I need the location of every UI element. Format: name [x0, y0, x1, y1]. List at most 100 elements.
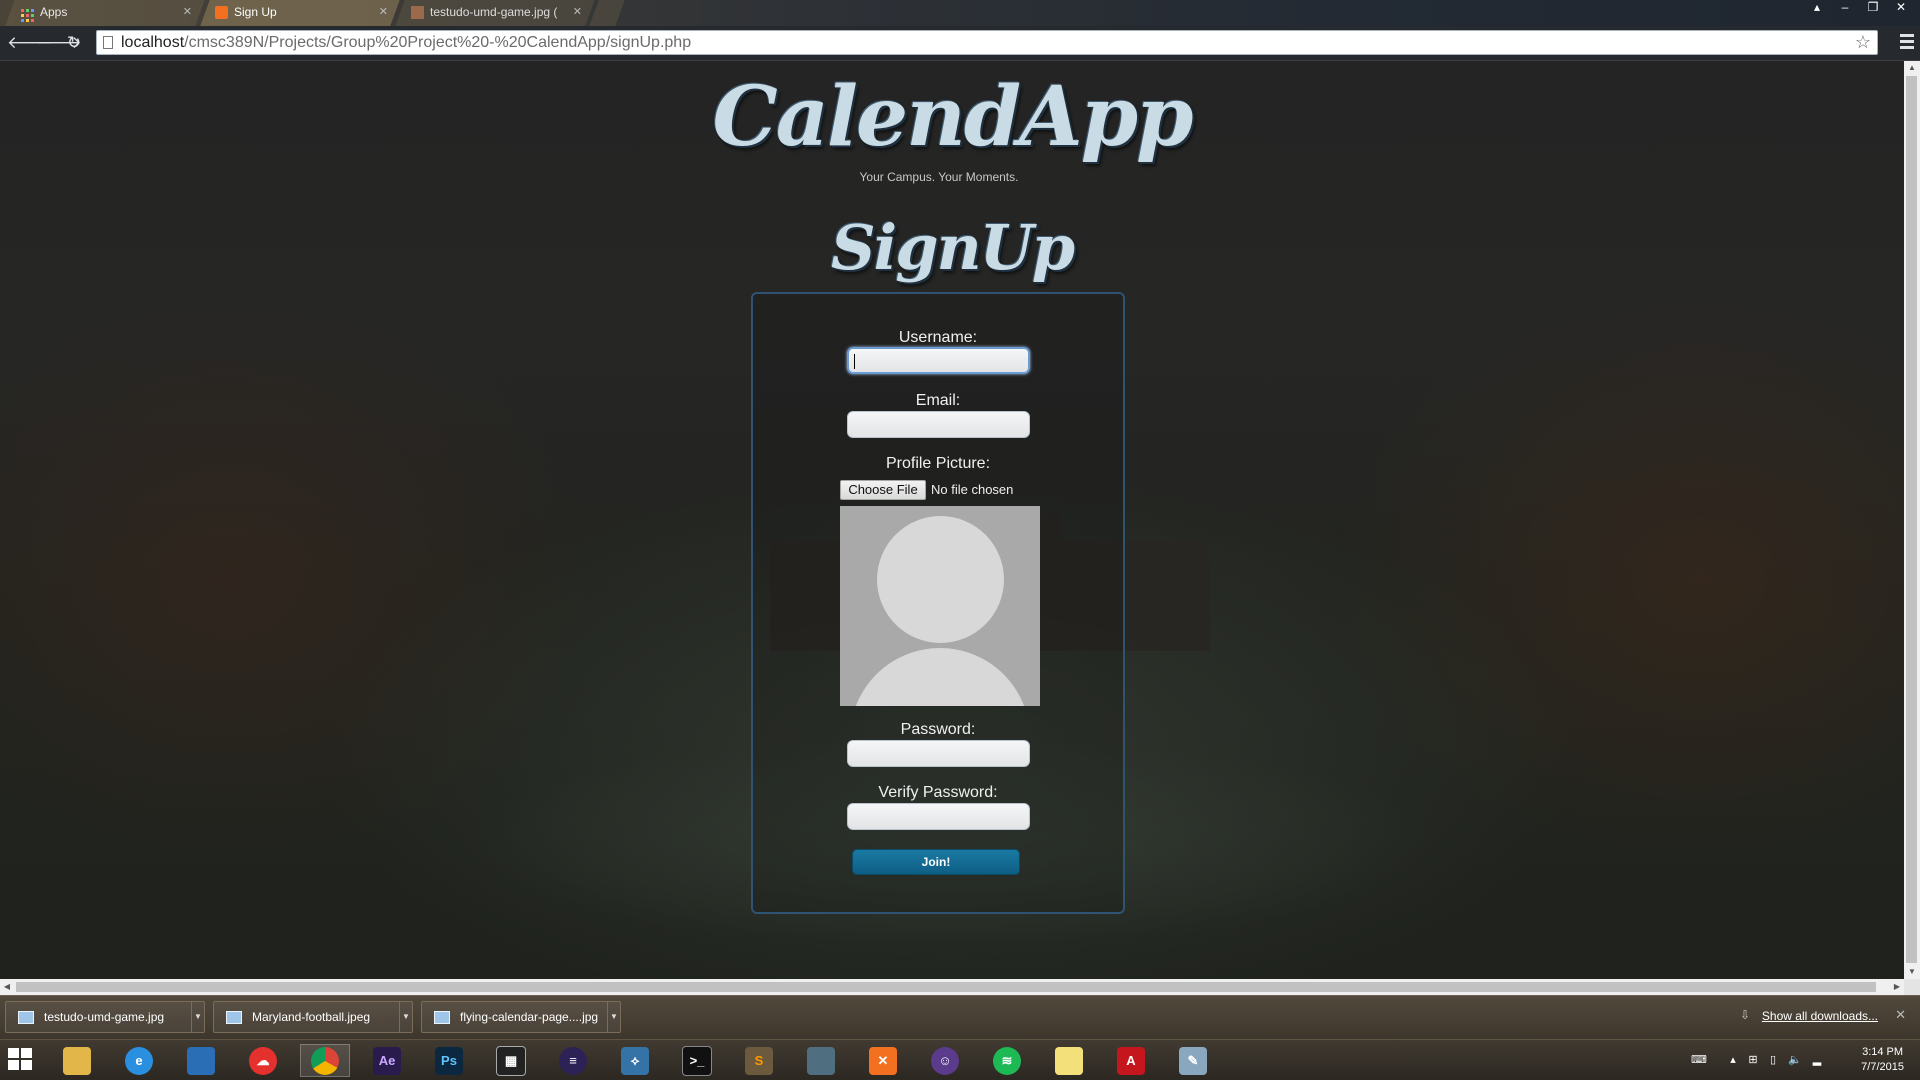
system-clock[interactable]: 3:14 PM 7/7/2015 [1861, 1045, 1904, 1075]
user-icon[interactable]: ▴ [1804, 0, 1830, 16]
scroll-down-icon[interactable]: ▼ [1904, 965, 1920, 979]
after-effects-icon[interactable]: Ae [362, 1044, 412, 1077]
spotify-icon[interactable]: ≋ [982, 1044, 1032, 1077]
page-title: SignUp [830, 211, 1075, 284]
scroll-right-icon[interactable]: ▶ [1890, 979, 1904, 995]
file-explorer-icon[interactable] [52, 1044, 102, 1077]
github-icon[interactable]: ☺ [920, 1044, 970, 1077]
eclipse-icon[interactable]: ≡ [548, 1044, 598, 1077]
network-app-icon[interactable] [796, 1044, 846, 1077]
text-caret [854, 354, 855, 369]
username-label: Username: [898, 329, 978, 346]
chrome-menu-icon[interactable] [1900, 34, 1914, 50]
avatar-head [877, 516, 1004, 643]
vertical-scroll-thumb[interactable] [1906, 76, 1917, 963]
horizontal-scroll-thumb[interactable] [16, 982, 1876, 992]
internet-explorer-icon[interactable]: e [114, 1044, 164, 1077]
tab-testudo-image[interactable]: testudo-umd-game.jpg ( ✕ [404, 0, 590, 26]
download-filename: testudo-umd-game.jpg [44, 1010, 165, 1024]
close-shelf-icon[interactable]: ✕ [1895, 1007, 1906, 1023]
browser-toolbar: 🡐 🡒 ↻ localhost/cmsc389N/Projects/Group%… [0, 26, 1920, 61]
windows-taskbar: e ☁ Ae Ps ▦ ≡ ⟡ >_ S ✕ ☺ ≋ A ✎ ⌨ ▴ ⊞ ▯ 🔈… [0, 1039, 1920, 1080]
window-controls: ▴ – ❐ ✕ [1804, 0, 1914, 18]
close-window-icon[interactable]: ✕ [1888, 0, 1914, 16]
download-item[interactable]: flying-calendar-page....jpg ▼ [421, 1001, 621, 1033]
download-arrow-icon: ⇩ [1739, 1008, 1750, 1022]
forward-arrow-icon[interactable]: 🡒 [36, 33, 82, 53]
show-all-downloads-link[interactable]: Show all downloads... [1762, 1009, 1878, 1023]
choose-file-button[interactable]: Choose File [840, 480, 926, 500]
tab-apps[interactable]: Apps ✕ [14, 0, 200, 26]
vertical-scrollbar[interactable]: ▲ ▼ [1904, 61, 1920, 979]
chevron-down-icon[interactable]: ▼ [607, 1002, 620, 1032]
clock-date: 7/7/2015 [1861, 1061, 1904, 1073]
tab-close-icon[interactable]: ✕ [573, 0, 582, 24]
image-file-icon [226, 1011, 242, 1024]
tab-label: testudo-umd-game.jpg ( [430, 5, 558, 19]
xampp-icon[interactable]: ✕ [858, 1044, 908, 1077]
profile-picture-label: Profile Picture: [885, 455, 991, 472]
page-viewport: CalendApp Your Campus. Your Moments. Sig… [0, 61, 1904, 979]
xampp-favicon-icon [215, 6, 228, 19]
sticky-notes-icon[interactable] [1044, 1044, 1094, 1077]
back-arrow-icon[interactable]: 🡐 [7, 33, 53, 53]
terminal-icon[interactable]: >_ [672, 1044, 722, 1077]
remote-desktop-icon[interactable] [176, 1044, 226, 1077]
download-item[interactable]: testudo-umd-game.jpg ▼ [5, 1001, 205, 1033]
tab-close-icon[interactable]: ✕ [379, 0, 388, 24]
image-file-icon [411, 6, 424, 19]
apps-grid-icon [21, 6, 34, 22]
download-shelf: testudo-umd-game.jpg ▼ Maryland-football… [0, 995, 1920, 1040]
username-input[interactable] [847, 347, 1030, 374]
scroll-up-icon[interactable]: ▲ [1904, 61, 1920, 75]
python-icon[interactable]: ⟡ [610, 1044, 660, 1077]
email-label: Email: [915, 392, 961, 409]
windows-flag-icon[interactable]: ⊞ [1746, 1054, 1760, 1066]
minimize-icon[interactable]: – [1832, 0, 1858, 16]
media-player-icon[interactable]: ▦ [486, 1044, 536, 1077]
clock-time: 3:14 PM [1862, 1046, 1904, 1058]
bookmark-star-icon[interactable]: ☆ [1855, 31, 1871, 53]
reload-icon[interactable]: ↻ [64, 33, 84, 53]
new-tab-button[interactable] [589, 0, 625, 26]
chevron-down-icon[interactable]: ▼ [191, 1002, 204, 1032]
avatar-placeholder [840, 506, 1040, 706]
password-label: Password: [900, 721, 976, 738]
join-button[interactable]: Join! [852, 849, 1020, 875]
url-host: localhost [121, 34, 185, 51]
restore-icon[interactable]: ❐ [1860, 0, 1886, 16]
avatar-body [850, 648, 1030, 706]
address-bar[interactable]: localhost/cmsc389N/Projects/Group%20Proj… [96, 30, 1878, 55]
download-item[interactable]: Maryland-football.jpeg ▼ [213, 1001, 413, 1033]
volume-icon[interactable]: 🔈 [1788, 1054, 1802, 1066]
chevron-down-icon[interactable]: ▼ [399, 1002, 412, 1032]
power-icon[interactable]: ▯ [1766, 1054, 1780, 1066]
url-text: localhost/cmsc389N/Projects/Group%20Proj… [121, 31, 691, 54]
image-file-icon [434, 1011, 450, 1024]
paint-icon[interactable]: ✎ [1168, 1044, 1218, 1077]
scrollbar-corner [1904, 979, 1920, 995]
file-status-text: No file chosen [931, 482, 1014, 497]
email-input[interactable] [847, 411, 1030, 438]
scroll-left-icon[interactable]: ◀ [0, 979, 14, 995]
chrome-icon[interactable] [300, 1044, 350, 1077]
tab-label: Apps [40, 5, 68, 19]
tab-sign-up[interactable]: Sign Up ✕ [208, 0, 396, 26]
verify-password-input[interactable] [847, 803, 1030, 830]
tab-label: Sign Up [234, 5, 277, 19]
password-input[interactable] [847, 740, 1030, 767]
signup-form: Username: Email: Profile Picture: Choose… [751, 292, 1125, 914]
site-logo[interactable]: CalendApp [0, 69, 1904, 165]
sublime-text-icon[interactable]: S [734, 1044, 784, 1077]
url-path: /cmsc389N/Projects/Group%20Project%20-%2… [184, 34, 692, 51]
cloud-app-icon[interactable]: ☁ [238, 1044, 288, 1077]
tab-close-icon[interactable]: ✕ [183, 0, 192, 24]
keyboard-icon[interactable]: ⌨ [1685, 1054, 1713, 1066]
network-signal-icon[interactable]: ▂ [1810, 1054, 1824, 1066]
horizontal-scrollbar[interactable]: ◀ ▶ [0, 979, 1904, 995]
acrobat-icon[interactable]: A [1106, 1044, 1156, 1077]
photoshop-icon[interactable]: Ps [424, 1044, 474, 1077]
show-hidden-icons-icon[interactable]: ▴ [1726, 1054, 1740, 1066]
download-filename: Maryland-football.jpeg [252, 1010, 371, 1024]
windows-start-icon[interactable] [8, 1048, 34, 1072]
